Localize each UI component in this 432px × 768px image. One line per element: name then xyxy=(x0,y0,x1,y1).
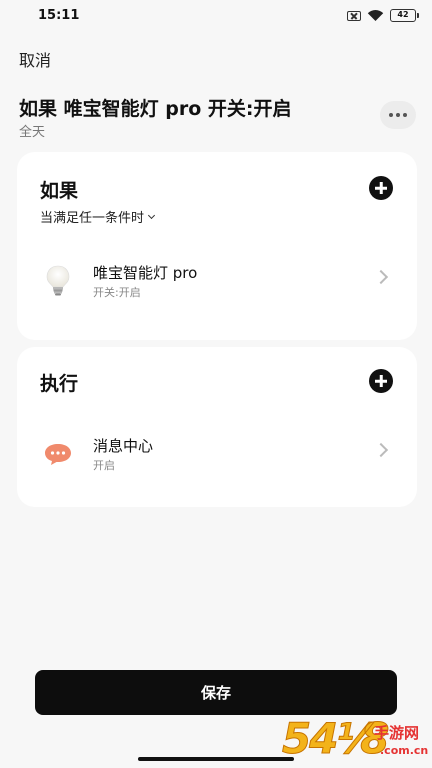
more-dot-icon xyxy=(396,113,400,117)
if-section-card: 如果 当满足任一条件时 唯宝智能灯 pro 开关:开启 xyxy=(17,152,417,340)
do-section-title: 执行 xyxy=(40,373,79,395)
light-bulb-icon xyxy=(46,265,70,296)
save-button[interactable]: 保存 xyxy=(35,670,397,715)
home-indicator[interactable] xyxy=(138,757,294,761)
chevron-right-icon xyxy=(373,269,389,285)
wifi-icon xyxy=(367,10,384,21)
condition-mode-selector[interactable]: 当满足任一条件时 xyxy=(40,207,156,226)
condition-device-name: 唯宝智能灯 pro xyxy=(93,264,198,282)
more-dot-icon xyxy=(403,113,407,117)
status-bar: 15:11 42 xyxy=(0,0,432,34)
add-condition-button[interactable] xyxy=(369,176,393,200)
battery-icon: 42 xyxy=(390,9,419,22)
add-action-button[interactable] xyxy=(369,369,393,393)
schedule-subtitle[interactable]: 全天 xyxy=(19,121,45,140)
more-dot-icon xyxy=(389,113,393,117)
chevron-down-icon xyxy=(147,211,156,219)
no-sim-icon xyxy=(347,10,361,21)
condition-device-state: 开关:开启 xyxy=(93,286,141,299)
status-time: 15:11 xyxy=(38,8,80,23)
if-section-title: 如果 xyxy=(40,180,79,202)
message-bubble-icon xyxy=(45,444,71,465)
watermark-text: 手游网 xyxy=(374,724,420,742)
do-section-card: 执行 消息中心 开启 xyxy=(17,347,417,507)
status-icons: 42 xyxy=(347,9,419,22)
page-title: 如果 唯宝智能灯 pro 开关:开启 xyxy=(19,98,292,120)
condition-item[interactable]: 唯宝智能灯 pro 开关:开启 xyxy=(17,256,417,306)
action-name: 消息中心 xyxy=(93,437,154,455)
condition-mode-label: 当满足任一条件时 xyxy=(40,211,145,226)
cancel-button[interactable]: 取消 xyxy=(19,47,51,71)
action-item[interactable]: 消息中心 开启 xyxy=(17,429,417,479)
action-state: 开启 xyxy=(93,459,115,472)
watermark-domain: .com.cn xyxy=(380,744,429,757)
chevron-right-icon xyxy=(373,442,389,458)
more-options-button[interactable] xyxy=(380,101,416,129)
site-watermark-logo: 54⅟8 手游网 .com.cn xyxy=(282,714,432,768)
watermark-digits: 54⅟8 xyxy=(282,714,391,764)
